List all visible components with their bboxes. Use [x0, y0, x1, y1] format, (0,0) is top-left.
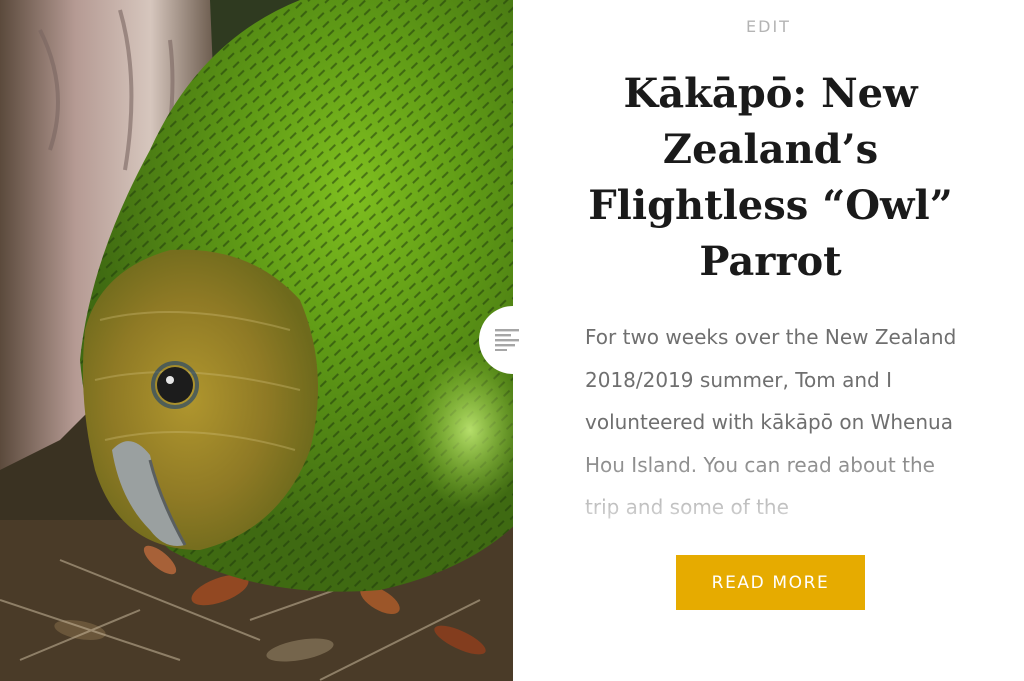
read-more-button[interactable]: READ MORE: [676, 555, 865, 610]
edit-link[interactable]: EDIT: [513, 17, 1024, 36]
featured-image[interactable]: [0, 0, 513, 681]
post-format-badge[interactable]: [479, 306, 547, 374]
post-content: EDIT Kākāpō: New Zealand’s Flightless “O…: [513, 0, 1024, 681]
post-excerpt: For two weeks over the New Zealand 2018/…: [585, 325, 957, 519]
post-title[interactable]: Kākāpō: New Zealand’s Flightless “Owl” P…: [573, 66, 968, 290]
text-lines-icon: [495, 329, 519, 351]
kakapo-photo: [0, 0, 513, 681]
post-card: EDIT Kākāpō: New Zealand’s Flightless “O…: [0, 0, 1024, 681]
